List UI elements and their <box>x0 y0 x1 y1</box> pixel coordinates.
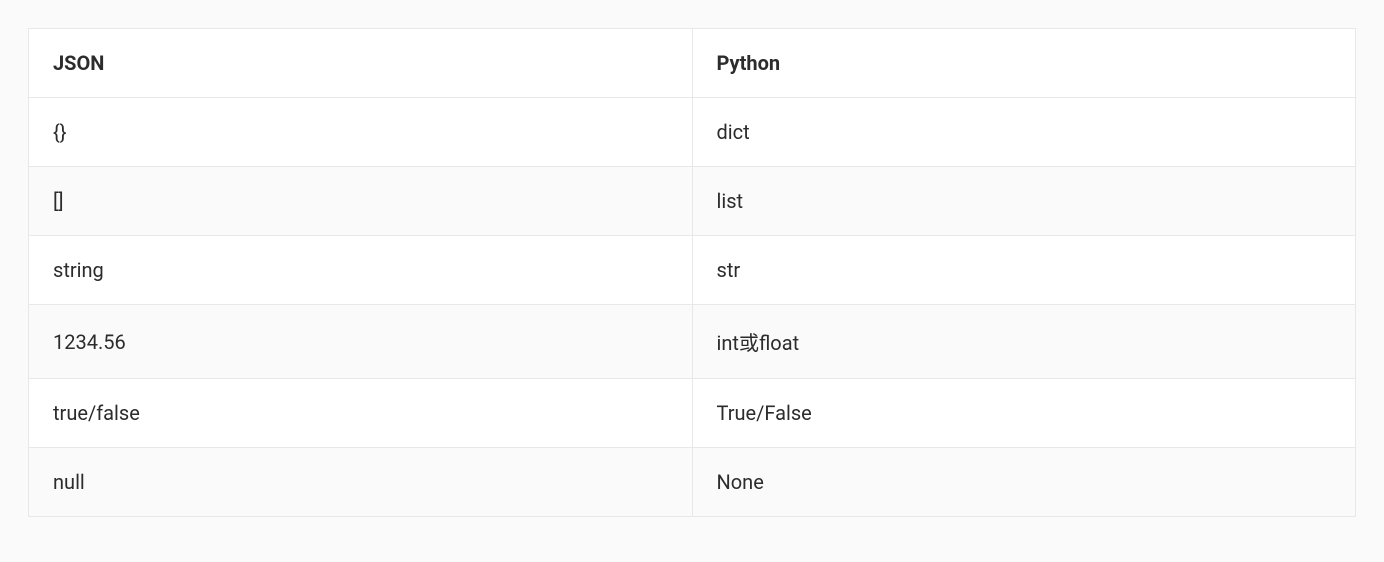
cell-json: string <box>29 236 693 305</box>
table-row: null None <box>29 448 1356 517</box>
table-row: [] list <box>29 167 1356 236</box>
cell-json: true/false <box>29 379 693 448</box>
cell-python: str <box>692 236 1356 305</box>
cell-json: [] <box>29 167 693 236</box>
cell-json: null <box>29 448 693 517</box>
table-row: {} dict <box>29 98 1356 167</box>
cell-python: None <box>692 448 1356 517</box>
cell-python: int或float <box>692 305 1356 379</box>
table-row: string str <box>29 236 1356 305</box>
table-header-row: JSON Python <box>29 29 1356 98</box>
cell-python: dict <box>692 98 1356 167</box>
cell-json: 1234.56 <box>29 305 693 379</box>
header-json: JSON <box>29 29 693 98</box>
cell-json: {} <box>29 98 693 167</box>
table-row: true/false True/False <box>29 379 1356 448</box>
json-python-mapping-table: JSON Python {} dict [] list string str 1… <box>28 28 1356 517</box>
cell-python: True/False <box>692 379 1356 448</box>
table-row: 1234.56 int或float <box>29 305 1356 379</box>
header-python: Python <box>692 29 1356 98</box>
cell-python: list <box>692 167 1356 236</box>
